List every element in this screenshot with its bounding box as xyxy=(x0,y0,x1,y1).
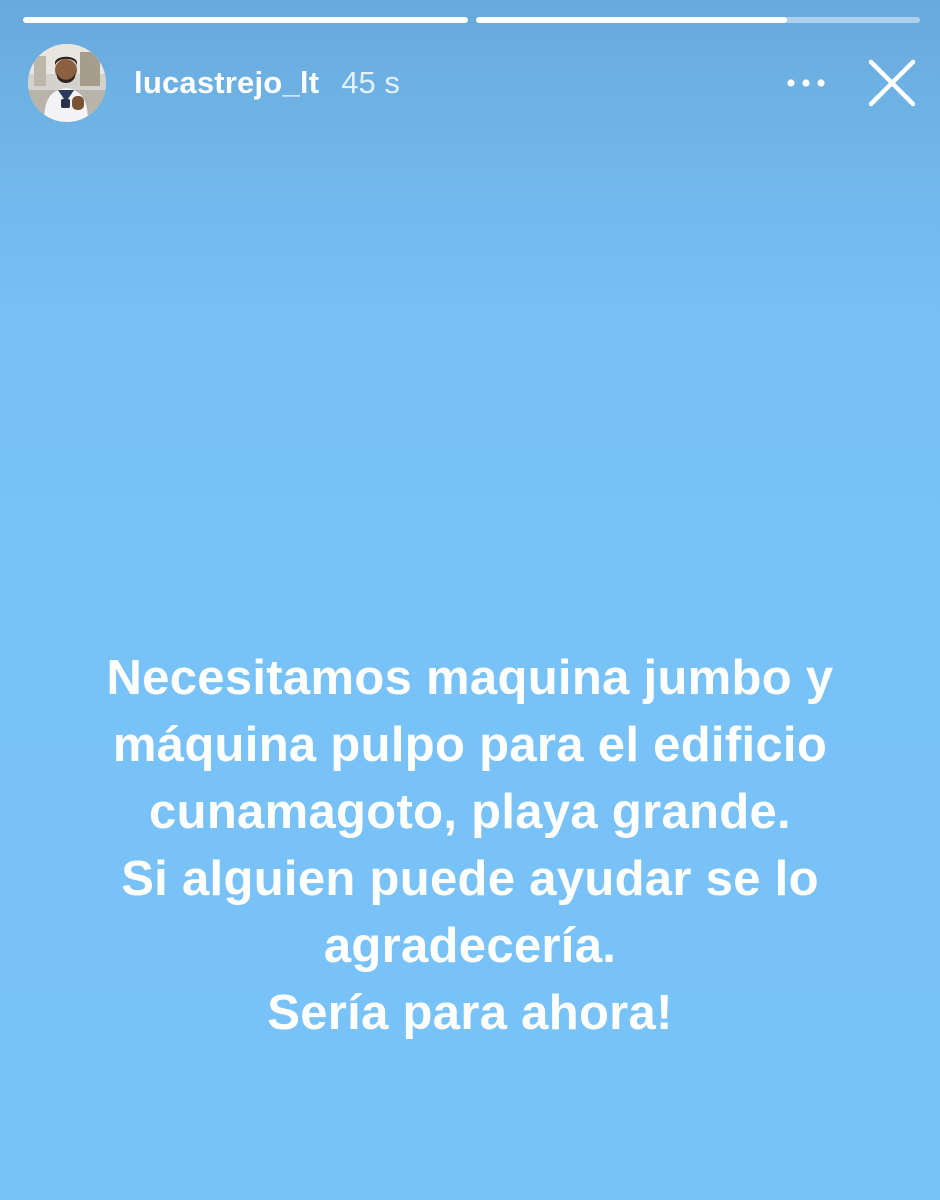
progress-fill-2 xyxy=(475,17,787,23)
story-text-line: Sería para ahora! xyxy=(267,986,673,1040)
story-text-line: cunamagoto, playa grande. xyxy=(149,785,791,839)
story-progress-bar xyxy=(23,17,920,23)
username[interactable]: lucastrejo_lt xyxy=(134,65,319,101)
progress-segment-1 xyxy=(23,17,468,23)
more-horizontal-icon xyxy=(787,79,825,87)
story-text-line: máquina pulpo para el edificio xyxy=(112,718,828,772)
avatar[interactable] xyxy=(28,44,106,122)
close-icon xyxy=(868,59,916,107)
story-text: Necesitamos maquina jumbo y máquina pulp… xyxy=(20,645,920,1047)
more-options-button[interactable] xyxy=(784,61,828,105)
story-text-line: Si alguien puede ayudar se lo xyxy=(121,852,819,906)
story-text-line: Necesitamos maquina jumbo y xyxy=(106,651,834,705)
avatar-photo xyxy=(28,44,106,122)
progress-fill-1 xyxy=(23,17,468,23)
progress-segment-2 xyxy=(475,17,920,23)
close-button[interactable] xyxy=(864,55,920,111)
story-header: lucastrejo_lt 45 s xyxy=(28,43,920,123)
story-text-line: agradecería. xyxy=(323,919,617,973)
story-viewer[interactable]: lucastrejo_lt 45 s Necesitamos maquina j… xyxy=(0,0,940,1200)
story-timestamp: 45 s xyxy=(341,65,400,100)
